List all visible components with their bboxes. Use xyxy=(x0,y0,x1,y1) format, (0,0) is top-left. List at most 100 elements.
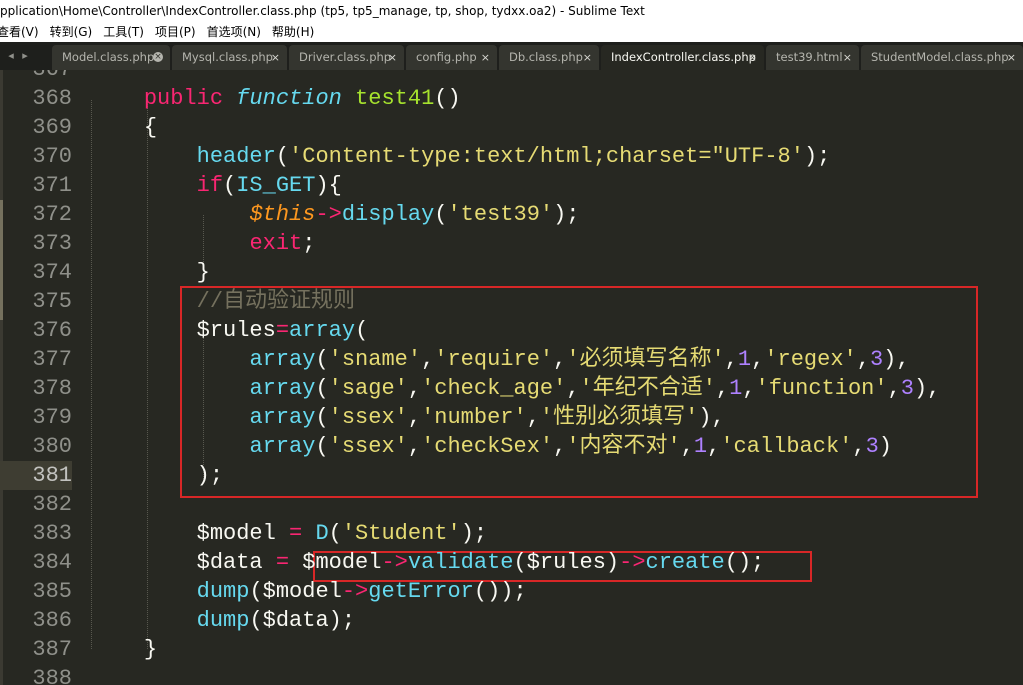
code-token: , xyxy=(526,405,540,430)
tab-close-icon[interactable]: × xyxy=(153,52,163,62)
line-number: 371 xyxy=(32,173,72,198)
code-text: dump($data); xyxy=(91,606,355,635)
line-number: 386 xyxy=(32,608,72,633)
code-line: 370 header('Content-type:text/html;chars… xyxy=(0,142,1023,171)
code-token: ){ xyxy=(315,173,342,198)
code-token: 'Student' xyxy=(341,521,461,546)
code-token: array xyxy=(249,405,316,430)
code-token: ); xyxy=(196,463,224,488)
menu-item-2[interactable]: 工具(T) xyxy=(103,22,144,42)
line-number: 369 xyxy=(32,115,72,140)
code-token: ) xyxy=(605,550,620,575)
tab-close-icon[interactable]: × xyxy=(1007,45,1016,70)
code-line: 371 if(IS_GET){ xyxy=(0,171,1023,200)
menu-bar: 查看(V) 转到(G) 工具(T) 项目(P) 首选项(N) 帮助(H) xyxy=(0,22,1023,42)
tab-7[interactable]: StudentModel.class.php × xyxy=(861,45,1023,70)
code-editor[interactable]: 367368 public function test41()369 {370 … xyxy=(0,70,1023,685)
line-number: 375 xyxy=(32,289,72,314)
code-text: public function test41() xyxy=(91,84,461,113)
code-line: 385 dump($model->getError()); xyxy=(0,577,1023,606)
code-text: $rules=array( xyxy=(91,316,369,345)
code-token: -> xyxy=(619,550,646,575)
code-token: $data xyxy=(196,550,263,575)
code-token: = xyxy=(275,550,290,575)
tab-next-icon[interactable]: ▸ xyxy=(18,42,32,70)
code-token: exit xyxy=(249,231,303,256)
menu-item-3[interactable]: 项目(P) xyxy=(155,22,196,42)
tab-0[interactable]: Model.class.php × xyxy=(52,45,170,70)
code-token: = xyxy=(289,521,303,546)
code-token: ( xyxy=(315,405,329,430)
code-token: getError xyxy=(368,579,474,604)
code-line: 381 ); xyxy=(0,461,1023,490)
line-number: 383 xyxy=(32,521,72,546)
menu-item-5[interactable]: 帮助(H) xyxy=(272,22,314,42)
code-token: 1 xyxy=(693,434,708,459)
code-token: 3 xyxy=(900,376,914,401)
code-text: header('Content-type:text/html;charset="… xyxy=(91,142,831,171)
code-token: header xyxy=(196,144,276,169)
tab-bar: ◂ ▸ Model.class.php × Mysql.class.php × Drive… xyxy=(0,42,1023,70)
line-number: 376 xyxy=(32,318,72,343)
code-token: ( xyxy=(434,202,448,227)
tab-close-icon[interactable]: × xyxy=(843,45,852,70)
code-token: ( xyxy=(223,173,237,198)
line-number: 377 xyxy=(32,347,72,372)
code-token: ( xyxy=(249,608,263,633)
tab-5[interactable]: IndexController.class.php × xyxy=(601,45,764,70)
tab-prev-icon[interactable]: ◂ xyxy=(4,42,18,70)
tab-close-icon[interactable]: × xyxy=(748,45,757,70)
tab-4[interactable]: Db.class.php × xyxy=(499,45,599,70)
tab-6[interactable]: test39.html × xyxy=(766,45,859,70)
line-number: 368 xyxy=(32,86,72,111)
code-line: 368 public function test41() xyxy=(0,84,1023,113)
code-line: 373 exit; xyxy=(0,229,1023,258)
tab-close-icon[interactable]: × xyxy=(271,45,280,70)
menu-item-4[interactable]: 首选项(N) xyxy=(207,22,261,42)
code-token: ) xyxy=(878,434,892,459)
line-number: 367 xyxy=(0,70,72,84)
code-token: ( xyxy=(328,521,342,546)
line-number: 387 xyxy=(32,637,72,662)
code-token: ( xyxy=(315,434,329,459)
menu-item-0[interactable]: 查看(V) xyxy=(0,22,39,42)
code-token: { xyxy=(143,115,158,140)
code-text: } xyxy=(91,635,157,664)
code-token: 'check_age' xyxy=(421,376,567,401)
tab-1[interactable]: Mysql.class.php × xyxy=(172,45,287,70)
code-token: array xyxy=(249,376,316,401)
code-text: $this->display('test39'); xyxy=(91,200,579,229)
tab-3[interactable]: config.php × xyxy=(406,45,497,70)
code-line: 380 array('ssex','checkSex','内容不对',1,'ca… xyxy=(0,432,1023,461)
tab-close-icon[interactable]: × xyxy=(388,45,397,70)
code-token: , xyxy=(887,376,901,401)
tab-close-icon[interactable]: × xyxy=(583,45,592,70)
code-line: 379 array('ssex','number','性别必须填写'), xyxy=(0,403,1023,432)
code-token: , xyxy=(715,376,730,401)
code-line: 377 array('sname','require','必须填写名称',1,'… xyxy=(0,345,1023,374)
code-token: , xyxy=(566,376,580,401)
code-token: create xyxy=(645,550,725,575)
code-token: function xyxy=(236,86,342,111)
tab-2[interactable]: Driver.class.php × xyxy=(289,45,404,70)
menu-item-1[interactable]: 转到(G) xyxy=(50,22,93,42)
code-token: $this xyxy=(249,202,316,227)
tab-label: StudentModel.class.php xyxy=(871,50,1009,64)
code-token: 'sage' xyxy=(328,376,408,401)
tab-close-icon[interactable]: × xyxy=(481,45,490,70)
code-token: '内容不对' xyxy=(566,434,681,459)
code-text: } xyxy=(91,258,210,287)
